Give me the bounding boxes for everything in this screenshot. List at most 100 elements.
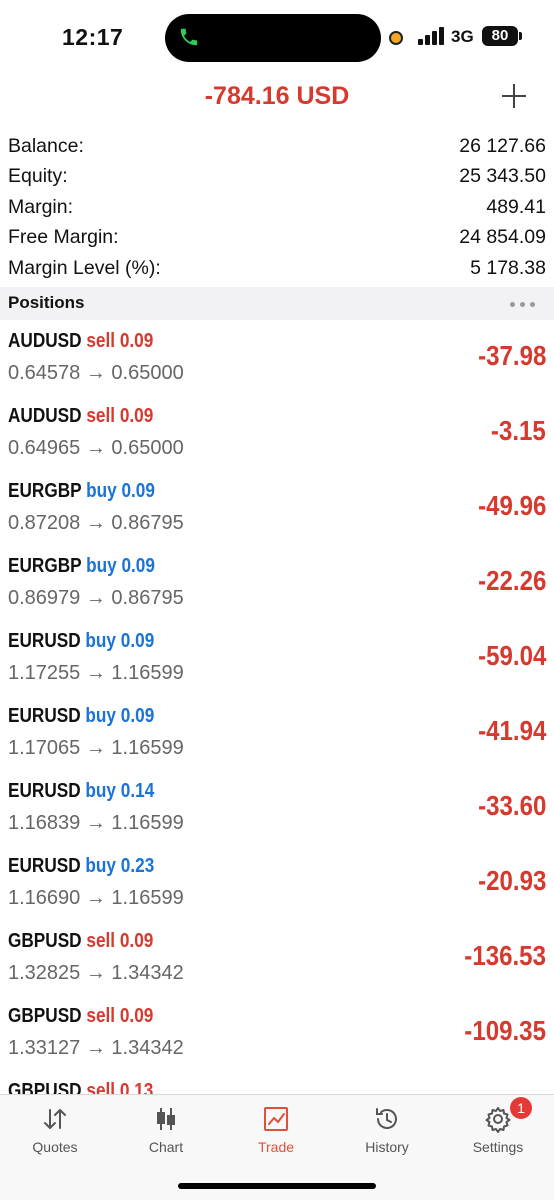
position-volume: 0.09 <box>120 630 155 652</box>
tab-label: Quotes <box>32 1139 78 1155</box>
position-side: sell <box>86 405 116 427</box>
position-row[interactable]: GBPUSD sell 0.13 <box>0 1070 554 1094</box>
total-profit: -784.16 USD <box>204 82 350 110</box>
position-profit: -59.04 <box>477 640 546 671</box>
position-symbol-text: GBPUSD <box>8 1005 82 1027</box>
position-symbol-text: EURUSD <box>8 780 81 802</box>
position-side: sell <box>86 330 116 352</box>
settings-gear-icon <box>485 1107 511 1133</box>
position-prices: 0.86979 → 0.86795 <box>8 587 184 609</box>
position-side: buy <box>86 555 117 577</box>
position-row[interactable]: EURUSD buy 0.23 1.16690 → 1.16599 -20.93 <box>0 845 554 920</box>
position-profit: -22.26 <box>477 565 546 596</box>
position-symbol: EURUSD buy 0.23 <box>8 855 154 878</box>
plus-icon[interactable] <box>500 82 528 110</box>
position-row[interactable]: EURGBP buy 0.09 0.87208 → 0.86795 -49.96 <box>0 470 554 545</box>
position-symbol-text: AUDUSD <box>8 330 82 352</box>
status-time: 12:17 <box>62 24 124 50</box>
position-profit: -109.35 <box>464 1015 546 1046</box>
tab-settings[interactable]: 1 Settings <box>443 1095 553 1165</box>
summary-label: Equity: <box>8 165 68 188</box>
position-volume: 0.09 <box>121 555 155 577</box>
position-symbol: AUDUSD sell 0.09 <box>8 330 153 353</box>
position-symbol-text: AUDUSD <box>8 405 82 427</box>
tab-bar: Quotes Chart Trade History 1 Settings <box>0 1094 554 1200</box>
summary-value: 5 178.38 <box>470 256 546 279</box>
summary-value: 24 854.09 <box>459 226 546 249</box>
position-prices: 1.17065 → 1.16599 <box>8 737 184 759</box>
position-volume: 0.09 <box>121 480 155 502</box>
position-row[interactable]: EURUSD buy 0.14 1.16839 → 1.16599 -33.60 <box>0 770 554 845</box>
position-symbol: AUDUSD sell 0.09 <box>8 405 153 428</box>
tab-label: Chart <box>148 1139 184 1155</box>
tab-label: Settings <box>472 1139 524 1155</box>
position-symbol-text: EURUSD <box>8 705 81 727</box>
position-volume: 0.13 <box>119 1080 154 1094</box>
position-symbol-text: EURGBP <box>8 480 82 502</box>
position-symbol: GBPUSD sell 0.09 <box>8 1005 153 1028</box>
more-options-icon[interactable] <box>510 302 536 308</box>
position-profit: -33.60 <box>477 790 546 821</box>
position-volume: 0.14 <box>120 780 155 802</box>
position-prices: 1.16839 → 1.16599 <box>8 812 184 834</box>
summary-row-balance: Balance: 26 127.66 <box>8 131 546 162</box>
summary-value: 26 127.66 <box>459 134 546 157</box>
position-side: buy <box>86 480 117 502</box>
tab-chart[interactable]: Chart <box>111 1095 221 1165</box>
position-row[interactable]: EURUSD buy 0.09 1.17065 → 1.16599 -41.94 <box>0 695 554 770</box>
recording-indicator-icon <box>389 31 403 45</box>
positions-title: Positions <box>8 293 85 312</box>
position-symbol-text: EURUSD <box>8 855 81 877</box>
position-row[interactable]: GBPUSD sell 0.09 1.32825 → 1.34342 -136.53 <box>0 920 554 995</box>
position-row[interactable]: AUDUSD sell 0.09 0.64965 → 0.65000 -3.15 <box>0 395 554 470</box>
phone-call-icon[interactable] <box>178 26 200 48</box>
summary-row-margin-level: Margin Level (%): 5 178.38 <box>8 253 546 284</box>
position-symbol: GBPUSD sell 0.13 <box>8 1080 153 1094</box>
position-profit: -3.15 <box>491 415 546 446</box>
account-summary: Balance: 26 127.66 Equity: 25 343.50 Mar… <box>8 131 546 284</box>
position-volume: 0.09 <box>119 1005 154 1027</box>
tab-label: History <box>365 1139 409 1155</box>
summary-value: 489.41 <box>486 195 546 218</box>
position-side: buy <box>85 630 116 652</box>
tab-trade[interactable]: Trade <box>221 1095 331 1165</box>
status-bar: 12:17 3G 80 <box>0 0 554 76</box>
position-prices: 0.64578 → 0.65000 <box>8 362 184 384</box>
position-prices: 0.64965 → 0.65000 <box>8 437 184 459</box>
tab-quotes[interactable]: Quotes <box>0 1095 110 1165</box>
position-volume: 0.09 <box>119 330 154 352</box>
position-row[interactable]: EURUSD buy 0.09 1.17255 → 1.16599 -59.04 <box>0 620 554 695</box>
summary-label: Free Margin: <box>8 226 119 249</box>
battery-icon: 80 <box>482 26 522 46</box>
position-volume: 0.09 <box>120 705 155 727</box>
position-prices: 1.16690 → 1.16599 <box>8 887 184 909</box>
position-symbol: EURUSD buy 0.09 <box>8 705 154 728</box>
position-prices: 1.33127 → 1.34342 <box>8 1037 184 1059</box>
position-row[interactable]: AUDUSD sell 0.09 0.64578 → 0.65000 -37.98 <box>0 320 554 395</box>
network-type: 3G <box>451 27 474 46</box>
position-profit: -41.94 <box>477 715 546 746</box>
position-row[interactable]: EURGBP buy 0.09 0.86979 → 0.86795 -22.26 <box>0 545 554 620</box>
position-profit: -136.53 <box>464 940 546 971</box>
position-row[interactable]: GBPUSD sell 0.09 1.33127 → 1.34342 -109.35 <box>0 995 554 1070</box>
notification-badge: 1 <box>510 1097 532 1119</box>
position-symbol-text: GBPUSD <box>8 1080 82 1094</box>
quotes-arrows-icon <box>44 1109 66 1129</box>
trade-chart-icon <box>264 1107 288 1131</box>
position-prices: 1.17255 → 1.16599 <box>8 662 184 684</box>
position-volume: 0.23 <box>120 855 155 877</box>
position-volume: 0.09 <box>119 930 154 952</box>
summary-row-margin: Margin: 489.41 <box>8 192 546 223</box>
position-symbol-text: GBPUSD <box>8 930 82 952</box>
position-symbol: GBPUSD sell 0.09 <box>8 930 153 953</box>
tab-label: Trade <box>257 1139 295 1155</box>
positions-list[interactable]: AUDUSD sell 0.09 0.64578 → 0.65000 -37.98 A… <box>0 320 554 1094</box>
signal-strength-icon <box>418 27 444 45</box>
tab-history[interactable]: History <box>332 1095 442 1165</box>
summary-value: 25 343.50 <box>459 165 546 188</box>
position-symbol-text: EURGBP <box>8 555 82 577</box>
position-symbol: EURUSD buy 0.09 <box>8 630 154 653</box>
home-indicator[interactable] <box>178 1183 376 1189</box>
candlestick-chart-icon <box>157 1108 175 1130</box>
summary-label: Margin Level (%): <box>8 256 161 279</box>
